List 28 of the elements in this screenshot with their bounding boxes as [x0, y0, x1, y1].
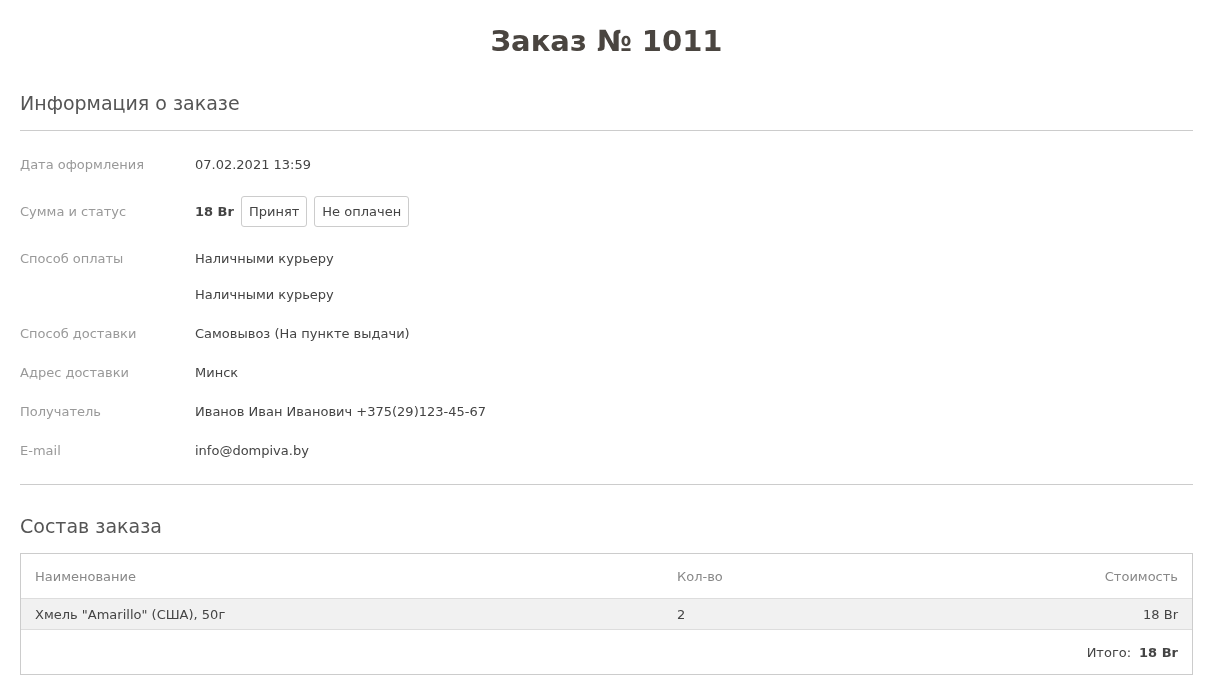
total-label: Итого:	[1086, 644, 1132, 660]
table-cell-text: 2	[677, 606, 687, 622]
field-value: Наличными курьеру	[195, 286, 334, 302]
field-label: Адрес доставки	[20, 365, 129, 380]
status-badge: Принят	[240, 196, 308, 227]
section-heading: Состав заказа	[20, 515, 163, 537]
field-value: Иванов Иван Иванович +375(29)123-45-67	[195, 404, 486, 419]
field-label: Получатель	[20, 404, 101, 419]
field-value: info@dompiva.by	[195, 443, 309, 458]
order-amount: 18 Br	[195, 204, 234, 219]
field-value: Наличными курьеру	[195, 251, 334, 266]
status-badge: Не оплачен	[314, 196, 410, 227]
column-header: Стоимость	[1104, 568, 1178, 584]
field-label: Дата оформления	[20, 157, 144, 172]
field-label: E-mail	[20, 443, 61, 458]
total-value: 18 Br	[1139, 644, 1178, 660]
field-label: Способ оплаты	[20, 251, 124, 266]
column-header: Наименование	[35, 568, 138, 584]
field-value: 07.02.2021 13:59	[195, 157, 312, 172]
field-label: Сумма и статус	[20, 204, 127, 219]
column-header: Кол-во	[677, 568, 724, 584]
field-value: Самовывоз (На пункте выдачи)	[195, 326, 410, 341]
field-value: Минск	[195, 365, 239, 380]
table-cell: 18 Br	[1143, 606, 1178, 622]
section-heading: Информация о заказе	[20, 92, 241, 114]
field-label: Способ доставки	[20, 326, 137, 341]
order-title: Заказ № 1011	[489, 23, 724, 60]
table-cell-text: Хмель "Amarillo" (США), 50г	[35, 606, 227, 622]
